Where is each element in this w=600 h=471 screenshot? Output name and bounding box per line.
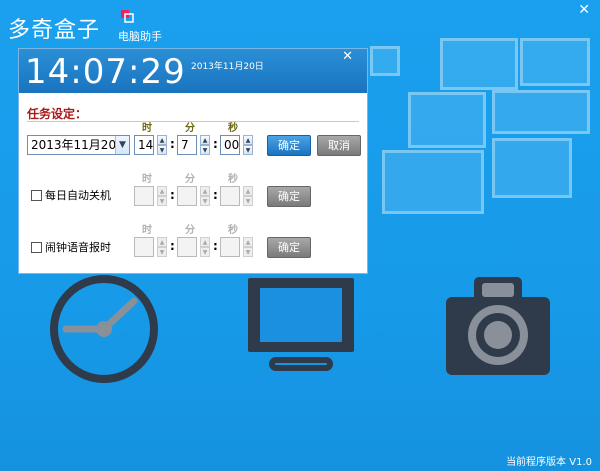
- spin-up-icon[interactable]: ▲: [200, 186, 210, 196]
- shutdown-checkbox[interactable]: [31, 190, 42, 201]
- shutdown-hour-spinner[interactable]: ▲ ▼: [157, 186, 167, 206]
- clock-time: 14:07:29: [25, 52, 186, 92]
- date-select-value: 2013年11月20: [31, 138, 117, 152]
- shutdown-confirm-button[interactable]: 确定: [267, 186, 311, 207]
- time-separator: :: [170, 239, 175, 253]
- spin-down-icon[interactable]: ▼: [200, 145, 210, 155]
- spin-up-icon[interactable]: ▲: [243, 237, 253, 247]
- shutdown-minute-spinner[interactable]: ▲ ▼: [200, 186, 210, 206]
- minute-spinner[interactable]: ▲ ▼: [200, 135, 210, 155]
- minute-label: 分: [185, 123, 195, 134]
- spin-up-icon[interactable]: ▲: [157, 186, 167, 196]
- hour-input[interactable]: 14: [134, 135, 154, 155]
- spin-down-icon[interactable]: ▼: [243, 145, 253, 155]
- spin-up-icon[interactable]: ▲: [200, 237, 210, 247]
- spin-up-icon[interactable]: ▲: [157, 237, 167, 247]
- shutdown-label: 每日自动关机: [45, 189, 111, 202]
- spin-down-icon[interactable]: ▼: [200, 196, 210, 206]
- hour-label: 时: [142, 123, 152, 134]
- shutdown-hour-input[interactable]: [134, 186, 154, 206]
- time-separator: :: [213, 188, 218, 202]
- camera-icon[interactable]: [442, 275, 554, 379]
- alarm-minute-spinner[interactable]: ▲ ▼: [200, 237, 210, 257]
- alarm-second-spinner[interactable]: ▲ ▼: [243, 237, 253, 257]
- clock-date: 2013年11月20日: [191, 62, 264, 72]
- time-separator: :: [213, 137, 218, 151]
- chevron-down-icon[interactable]: ▼: [115, 136, 129, 154]
- alarm-confirm-button[interactable]: 确定: [267, 237, 311, 258]
- decorative-tile: [382, 150, 484, 214]
- decorative-tile: [520, 38, 590, 86]
- minute-label: 分: [185, 174, 195, 185]
- clock-icon[interactable]: [48, 273, 160, 385]
- hour-label: 时: [142, 225, 152, 236]
- decorative-tile: [408, 92, 486, 148]
- decorative-tile: [440, 38, 518, 90]
- confirm-button[interactable]: 确定: [267, 135, 311, 156]
- spin-down-icon[interactable]: ▼: [157, 145, 167, 155]
- hour-label: 时: [142, 174, 152, 185]
- alarm-second-input[interactable]: [220, 237, 240, 257]
- time-separator: :: [213, 239, 218, 253]
- spin-down-icon[interactable]: ▼: [243, 247, 253, 257]
- decorative-tile: [492, 90, 590, 134]
- second-spinner[interactable]: ▲ ▼: [243, 135, 253, 155]
- hour-spinner[interactable]: ▲ ▼: [157, 135, 167, 155]
- date-select[interactable]: 2013年11月20 ▼: [27, 135, 130, 155]
- alarm-hour-spinner[interactable]: ▲ ▼: [157, 237, 167, 257]
- spin-down-icon[interactable]: ▼: [200, 247, 210, 257]
- logo-mark-icon: [121, 10, 134, 23]
- minute-label: 分: [185, 225, 195, 236]
- shutdown-minute-input[interactable]: [177, 186, 197, 206]
- task-panel: 14:07:29 2013年11月20日 ✕ 任务设定： 时 分 秒 2013年…: [18, 48, 368, 274]
- section-title: 任务设定：: [27, 107, 88, 121]
- spin-up-icon[interactable]: ▲: [200, 135, 210, 145]
- second-label: 秒: [228, 225, 238, 236]
- second-label: 秒: [228, 123, 238, 134]
- time-separator: :: [170, 188, 175, 202]
- app-window: 多奇盒子 电脑助手 ✕ 14:07:29 2013年11月20日 ✕ 任务设定：…: [0, 0, 600, 471]
- spin-down-icon[interactable]: ▼: [157, 196, 167, 206]
- status-bar: 当前程序版本 V1.0: [0, 451, 600, 471]
- spin-up-icon[interactable]: ▲: [157, 135, 167, 145]
- clock-bar: 14:07:29 2013年11月20日 ✕: [19, 49, 367, 93]
- window-close-button[interactable]: ✕: [578, 2, 590, 18]
- version-number: V1.0: [569, 457, 592, 468]
- app-logo-text: 多奇盒子: [8, 18, 101, 43]
- time-separator: :: [170, 137, 175, 151]
- second-input[interactable]: 00: [220, 135, 240, 155]
- decorative-tile: [370, 46, 400, 76]
- spin-down-icon[interactable]: ▼: [157, 247, 167, 257]
- alarm-checkbox[interactable]: [31, 242, 42, 253]
- version-text: 当前程序版本 V1.0: [506, 453, 592, 468]
- spin-up-icon[interactable]: ▲: [243, 135, 253, 145]
- alarm-minute-input[interactable]: [177, 237, 197, 257]
- computer-icon[interactable]: [244, 274, 358, 380]
- cancel-button[interactable]: 取消: [317, 135, 361, 156]
- spin-up-icon[interactable]: ▲: [243, 186, 253, 196]
- shutdown-second-spinner[interactable]: ▲ ▼: [243, 186, 253, 206]
- minute-input[interactable]: 7: [177, 135, 197, 155]
- decorative-tile: [492, 138, 572, 198]
- alarm-hour-input[interactable]: [134, 237, 154, 257]
- app-logo-subtitle: 电脑助手: [118, 30, 162, 43]
- version-label: 当前程序版本: [506, 457, 567, 468]
- alarm-label: 闹钟语音报时: [45, 241, 111, 254]
- shutdown-second-input[interactable]: [220, 186, 240, 206]
- second-label: 秒: [228, 174, 238, 185]
- panel-close-button[interactable]: ✕: [342, 49, 353, 64]
- spin-down-icon[interactable]: ▼: [243, 196, 253, 206]
